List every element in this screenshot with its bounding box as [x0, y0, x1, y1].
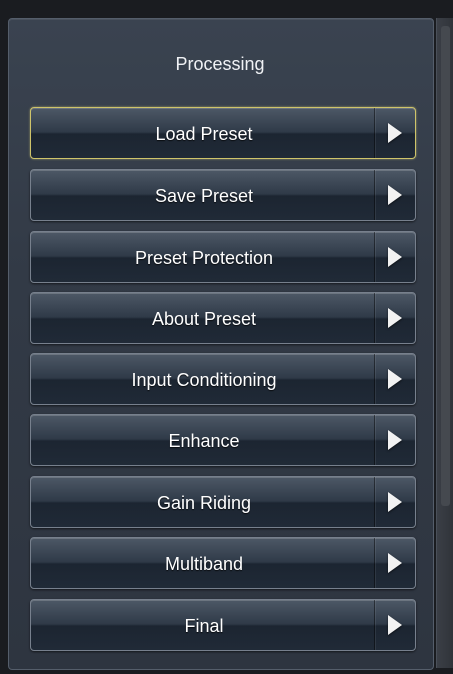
chevron-right-icon — [388, 185, 402, 205]
arrow-segment[interactable] — [374, 232, 415, 282]
gain-riding-button[interactable]: Gain Riding — [30, 476, 416, 528]
multiband-button[interactable]: Multiband — [30, 537, 416, 589]
menu-item-label: Input Conditioning — [131, 370, 277, 390]
chevron-right-icon — [388, 553, 402, 573]
menu-item-label: About Preset — [151, 309, 257, 329]
preset-protection-button[interactable]: Preset Protection — [30, 231, 416, 283]
input-conditioning-button[interactable]: Input Conditioning — [30, 353, 416, 405]
menu-item-label: Final — [184, 616, 224, 636]
chevron-right-icon — [388, 492, 402, 512]
chevron-right-icon — [388, 123, 402, 143]
arrow-segment[interactable] — [374, 108, 415, 158]
chevron-right-icon — [388, 369, 402, 389]
final-button[interactable]: Final — [30, 599, 416, 651]
enhance-button[interactable]: Enhance — [30, 414, 416, 466]
arrow-segment[interactable] — [374, 600, 415, 650]
panel-title: Processing — [175, 54, 265, 74]
window: Processing Load Preset Save Preset Prese… — [0, 0, 453, 674]
about-preset-button[interactable]: About Preset — [30, 292, 416, 344]
chevron-right-icon — [388, 615, 402, 635]
arrow-segment[interactable] — [374, 477, 415, 527]
arrow-segment[interactable] — [374, 354, 415, 404]
menu-item-label: Gain Riding — [156, 493, 252, 513]
menu-item-label: Multiband — [164, 554, 244, 574]
menu-item-label: Enhance — [168, 431, 240, 451]
save-preset-button[interactable]: Save Preset — [30, 169, 416, 221]
arrow-segment[interactable] — [374, 538, 415, 588]
load-preset-button[interactable]: Load Preset — [30, 107, 416, 159]
chevron-right-icon — [388, 430, 402, 450]
menu-item-label: Load Preset — [155, 124, 253, 144]
menu-item-label: Preset Protection — [134, 248, 274, 268]
scrollbar-thumb[interactable] — [441, 26, 450, 506]
arrow-segment[interactable] — [374, 415, 415, 465]
chevron-right-icon — [388, 308, 402, 328]
chevron-right-icon — [388, 247, 402, 267]
menu-item-label: Save Preset — [154, 186, 254, 206]
arrow-segment[interactable] — [374, 170, 415, 220]
arrow-segment[interactable] — [374, 293, 415, 343]
scrollbar[interactable] — [436, 18, 453, 668]
